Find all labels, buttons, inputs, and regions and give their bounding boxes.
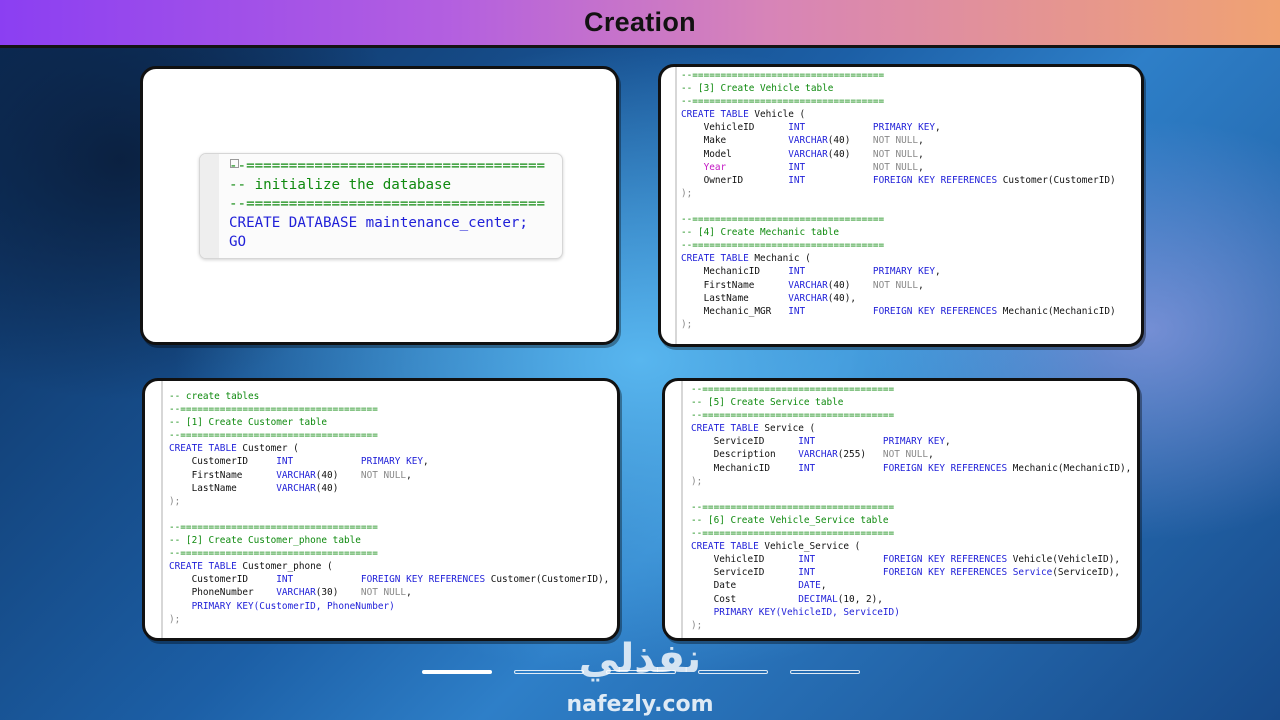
code-line: Description VARCHAR(255) NOT NULL, — [713, 449, 934, 461]
init-code-box: --=================================== --… — [199, 153, 563, 259]
customer-panel: -- create tables --=====================… — [142, 378, 620, 641]
code-line: -- [4] Create Mechanic table — [681, 227, 840, 239]
code-line: --================================== — [691, 410, 895, 422]
code-line: PRIMARY KEY(CustomerID, PhoneNumber) — [191, 600, 395, 612]
code-line: CustomerID INT FOREIGN KEY REFERENCES Cu… — [191, 574, 610, 586]
code-line: Model VARCHAR(40) NOT NULL, — [703, 148, 924, 160]
code-line: --================================== — [691, 384, 895, 395]
code-line: Year INT NOT NULL, — [703, 161, 924, 173]
code-line: MechanicID INT PRIMARY KEY, — [703, 266, 941, 278]
service-panel: --================================== -- … — [662, 378, 1140, 641]
code-line: --=================================== — [169, 548, 378, 560]
code-line: Mechanic_MGR INT FOREIGN KEY REFERENCES … — [703, 305, 1116, 317]
brand-logo-text: nafezly.com — [566, 692, 714, 717]
code-line: --================================== — [681, 240, 885, 252]
code-line: LastName VARCHAR(40), — [703, 292, 856, 304]
code-line: --=================================== — [229, 158, 546, 174]
code-line: -- [1] Create Customer table — [169, 417, 328, 429]
code-line: PRIMARY KEY(VehicleID, ServiceID) — [713, 606, 900, 618]
code-line: Cost DECIMAL(10, 2), — [713, 593, 883, 605]
slide-header: Creation — [0, 0, 1280, 48]
code-line: OwnerID INT FOREIGN KEY REFERENCES Custo… — [703, 174, 1116, 186]
code-line: CREATE DATABASE maintenance_center; — [229, 215, 528, 231]
code-line: Make VARCHAR(40) NOT NULL, — [703, 135, 924, 147]
code-line: CREATE TABLE Vehicle_Service ( — [691, 541, 861, 553]
code-line: ); — [681, 187, 693, 199]
code-line: -- [5] Create Service table — [691, 397, 844, 409]
code-line: FirstName VARCHAR(40) NOT NULL, — [191, 469, 412, 481]
code-line: GO — [229, 234, 247, 250]
code-line: VehicleID INT FOREIGN KEY REFERENCES Veh… — [713, 554, 1120, 566]
code-line: -- [2] Create Customer_phone table — [169, 535, 361, 547]
vehicle-mechanic-panel: --================================== -- … — [658, 64, 1144, 347]
code-line: --=================================== — [169, 430, 378, 442]
code-line: --=================================== — [169, 404, 378, 416]
editor-gutter — [681, 381, 683, 638]
slide-indicator-5[interactable] — [790, 670, 860, 674]
code-line: ); — [691, 619, 703, 631]
code-line: ServiceID INT PRIMARY KEY, — [713, 436, 951, 448]
code-line: CREATE TABLE Customer_phone ( — [169, 561, 333, 573]
code-line: CREATE TABLE Vehicle ( — [681, 109, 806, 121]
code-line: --================================== — [691, 501, 895, 513]
editor-gutter — [161, 381, 163, 638]
code-line: PhoneNumber VARCHAR(30) NOT NULL, — [191, 587, 412, 599]
code-line: -- initialize the database — [229, 177, 452, 193]
code-line: -- [3] Create Vehicle table — [681, 83, 834, 95]
code-line: CREATE TABLE Customer ( — [169, 443, 299, 455]
editor-gutter — [200, 154, 219, 258]
code-line: ); — [169, 495, 181, 507]
editor-gutter — [675, 67, 677, 344]
code-line: ); — [691, 475, 703, 487]
slide-indicator-1[interactable] — [422, 670, 492, 674]
code-line: ); — [169, 613, 181, 625]
customer-code: -- create tables --=====================… — [169, 390, 609, 626]
init-code: --=================================== --… — [229, 157, 545, 252]
code-line: MechanicID INT FOREIGN KEY REFERENCES Me… — [713, 462, 1132, 474]
code-line: --=================================== — [229, 196, 546, 212]
code-line: CustomerID INT PRIMARY KEY, — [191, 456, 429, 468]
code-line: VehicleID INT PRIMARY KEY, — [703, 122, 941, 134]
code-line: Date DATE, — [713, 580, 827, 592]
code-line: --=================================== — [169, 521, 378, 533]
brand-logo-arabic: نفذلي — [578, 636, 702, 682]
code-line: ServiceID INT FOREIGN KEY REFERENCES Ser… — [713, 567, 1121, 579]
code-line: --================================== — [681, 96, 885, 108]
code-line: CREATE TABLE Mechanic ( — [681, 253, 811, 265]
vehicle-mechanic-code: --================================== -- … — [681, 69, 1116, 331]
init-database-panel: --=================================== --… — [140, 66, 619, 345]
code-line: -- create tables — [169, 391, 260, 402]
code-line: --================================== — [681, 70, 885, 81]
code-line: FirstName VARCHAR(40) NOT NULL, — [703, 279, 924, 291]
code-line: CREATE TABLE Service ( — [691, 423, 816, 435]
service-code: --================================== -- … — [691, 383, 1131, 632]
slide-title: Creation — [584, 7, 696, 37]
code-line: --================================== — [681, 214, 885, 226]
code-line: ); — [681, 318, 693, 330]
code-line: LastName VARCHAR(40) — [191, 482, 339, 494]
code-line: --================================== — [691, 528, 895, 540]
code-line: -- [6] Create Vehicle_Service table — [691, 514, 889, 526]
